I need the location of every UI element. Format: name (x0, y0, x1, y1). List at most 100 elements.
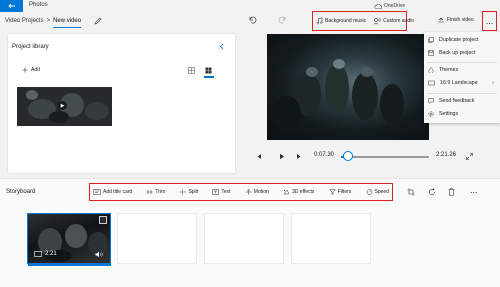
arrow-left-icon (7, 3, 15, 9)
crop-icon[interactable] (407, 188, 415, 196)
clip-duration-label: 2:21 (45, 251, 57, 257)
motion-icon (245, 189, 252, 195)
music-note-icon (316, 17, 323, 25)
cloud-icon (374, 3, 382, 9)
empty-clip-slot[interactable] (291, 213, 371, 264)
storyboard-tools-group: Add title card Trim Split Text Motion 3D… (89, 183, 393, 201)
step-forward-icon[interactable] (296, 153, 302, 160)
menu-settings-label: Settings (439, 111, 459, 117)
motion-button[interactable]: Motion (245, 189, 269, 195)
chevron-right-icon: › (492, 80, 494, 86)
back-button[interactable] (0, 0, 23, 12)
edit-pencil-icon[interactable] (94, 17, 102, 25)
seek-thumb[interactable] (342, 151, 353, 161)
trim-icon (146, 190, 153, 194)
total-time: 2:21.26 (436, 152, 457, 158)
video-clip-icon (34, 251, 42, 257)
speed-button[interactable]: Speed (366, 189, 389, 195)
onedrive-status[interactable]: OneDrive (374, 3, 405, 9)
collapse-chevron-icon[interactable] (219, 43, 224, 52)
breadcrumb-current: New video (53, 18, 82, 28)
text-button[interactable]: Text (212, 189, 231, 195)
view-selected-indicator (204, 76, 214, 78)
filters-label: Filters (337, 189, 352, 195)
breadcrumb-parent[interactable]: Video Projects (5, 18, 44, 24)
clip-duration: 2:21 (34, 251, 57, 257)
menu-backup-label: Back up project (439, 50, 476, 56)
export-icon (438, 17, 444, 23)
storyboard-more-button[interactable]: ... (470, 186, 478, 195)
clip-select-checkbox[interactable] (99, 216, 107, 224)
more-dots-icon: ... (485, 15, 494, 26)
split-button[interactable]: Split (179, 189, 198, 195)
menu-aspect-label: 16:9 Landscape (440, 80, 478, 86)
preview-scene-image (273, 59, 404, 132)
3d-effects-button[interactable]: 3D effects (283, 189, 314, 195)
fullscreen-icon[interactable] (466, 153, 473, 160)
3d-effects-icon (283, 189, 290, 195)
seek-track[interactable] (341, 156, 429, 158)
trash-icon[interactable] (448, 188, 455, 196)
settings-icon (428, 111, 434, 117)
trim-label: Trim (155, 189, 166, 195)
add-label: Add (31, 67, 40, 73)
play-overlay-icon[interactable]: ▶ (58, 101, 67, 110)
text-label: Text (221, 189, 231, 195)
menu-back-up-project[interactable]: Back up project (428, 50, 498, 56)
custom-audio-button[interactable]: Custom audio (373, 17, 414, 25)
step-back-icon[interactable] (256, 153, 262, 160)
split-icon (179, 189, 186, 195)
app-title: Photos (29, 2, 48, 8)
undo-icon[interactable] (248, 16, 257, 24)
menu-duplicate-project[interactable]: Duplicate project (428, 37, 498, 43)
redo-icon[interactable] (278, 16, 287, 24)
speed-label: Speed (374, 189, 389, 195)
breadcrumb: Video Projects > New video (5, 15, 102, 28)
menu-aspect-ratio[interactable]: 16:9 Landscape › (428, 80, 498, 86)
current-time: 0:07.30 (314, 152, 335, 158)
volume-icon[interactable] (95, 251, 103, 258)
title-bar (0, 0, 500, 11)
menu-themes[interactable]: Themes (428, 67, 498, 73)
custom-audio-label: Custom audio (383, 18, 414, 24)
menu-duplicate-label: Duplicate project (439, 37, 479, 43)
empty-clip-slot[interactable] (204, 213, 284, 264)
filters-button[interactable]: Filters (328, 189, 352, 195)
menu-separator (427, 62, 497, 63)
menu-settings[interactable]: Settings (428, 111, 498, 117)
add-title-card-button[interactable]: Add title card (93, 189, 132, 195)
background-music-button[interactable]: Background music (316, 17, 366, 25)
video-preview[interactable] (267, 34, 429, 140)
filters-icon (328, 189, 336, 195)
breadcrumb-underline (53, 26, 82, 28)
menu-separator (427, 93, 497, 94)
empty-clip-slot[interactable] (117, 213, 197, 264)
trim-button[interactable]: Trim (146, 189, 165, 195)
play-icon[interactable] (279, 153, 285, 160)
3d-effects-label: 3D effects (292, 189, 315, 195)
custom-audio-icon (373, 17, 381, 25)
duplicate-icon (428, 37, 434, 43)
onedrive-label: OneDrive (384, 3, 406, 9)
breadcrumb-current-label: New video (53, 18, 82, 24)
rotate-icon[interactable] (428, 188, 436, 196)
plus-icon (22, 67, 28, 73)
add-media-button[interactable]: Add (22, 67, 40, 73)
text-icon (212, 189, 220, 195)
more-options-button[interactable]: ... (482, 11, 497, 31)
breadcrumb-separator: > (46, 18, 51, 24)
split-label: Split (188, 189, 199, 195)
grid-view-icon[interactable] (188, 67, 195, 74)
clip-selected-indicator (28, 264, 111, 266)
large-thumbnail-view-icon[interactable] (205, 67, 212, 74)
finish-video-button[interactable]: Finish video (437, 16, 474, 23)
chevron-left-icon (219, 43, 224, 50)
speed-icon (366, 189, 372, 195)
menu-feedback-label: Send feedback (439, 98, 475, 104)
storyboard-more-icon: ... (470, 185, 478, 195)
storyboard-title: Storyboard (6, 189, 36, 195)
audio-tools-group: Background music Custom audio (312, 11, 414, 31)
more-options-menu: Duplicate project Back up project Themes… (424, 32, 500, 123)
add-title-card-label: Add title card (103, 189, 133, 195)
menu-send-feedback[interactable]: Send feedback (428, 98, 498, 104)
